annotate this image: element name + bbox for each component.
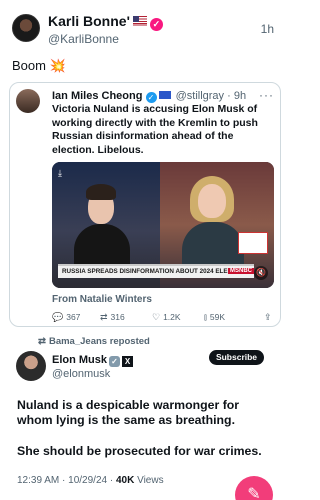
repost-icon: ⇄ bbox=[38, 336, 46, 347]
repost-indicator[interactable]: ⇄ Bama_Jeans reposted bbox=[38, 336, 150, 347]
quoted-tweet[interactable]: Ian Miles Cheong ✓ @stillgray · 9h ··· V… bbox=[9, 82, 281, 327]
collision-emoji-icon: 💥 bbox=[49, 58, 66, 73]
quoted-avatar[interactable] bbox=[16, 89, 40, 113]
share-button[interactable]: ⇪ bbox=[264, 312, 275, 323]
heart-icon: ♡ bbox=[152, 312, 161, 322]
embedded-avatar[interactable] bbox=[16, 351, 46, 381]
post-text-content: Boom bbox=[12, 58, 46, 73]
embedded-author-name-text: Elon Musk bbox=[52, 354, 108, 366]
embedded-timestamp: 12:39 AM · 10/29/24 · bbox=[17, 475, 116, 486]
reply-icon: 💬 bbox=[52, 312, 64, 322]
verified-badge-icon: ✓ bbox=[149, 18, 163, 31]
reply-button[interactable]: 💬 367 bbox=[52, 312, 80, 323]
post-time: 1h bbox=[260, 22, 274, 36]
like-button[interactable]: ♡ 1.2K bbox=[152, 312, 181, 323]
embedded-handle[interactable]: @elonmusk bbox=[52, 368, 110, 380]
repost-label: Bama_Jeans reposted bbox=[48, 336, 150, 347]
us-flag-icon bbox=[132, 16, 147, 26]
post-text: Boom 💥 bbox=[12, 58, 66, 74]
quoted-author-name[interactable]: Ian Miles Cheong bbox=[52, 90, 142, 102]
repost-count: 316 bbox=[110, 312, 125, 322]
post-header: Karli Bonne' ✓ @KarliBonne 1h bbox=[12, 10, 274, 48]
tv-graphic-box bbox=[238, 232, 268, 254]
video-source[interactable]: From Natalie Winters bbox=[52, 294, 152, 305]
network-logo: MSNBC bbox=[228, 268, 254, 274]
author-name[interactable]: Karli Bonne' ✓ bbox=[48, 13, 163, 31]
embedded-author-name[interactable]: Elon Musk ✓ X bbox=[52, 354, 134, 367]
quoted-time: · 9h bbox=[227, 90, 247, 102]
blue-verified-icon: ✓ bbox=[145, 92, 157, 103]
subscribe-button[interactable]: Subscribe bbox=[209, 350, 264, 365]
quoted-text: Victoria Nuland is accusing Elon Musk of… bbox=[52, 103, 258, 156]
compose-button[interactable]: ✎ bbox=[235, 476, 273, 500]
views-icon: ⫾ bbox=[204, 312, 207, 322]
avatar[interactable] bbox=[12, 14, 40, 42]
more-options-icon[interactable]: ··· bbox=[259, 88, 274, 102]
repost-icon: ⇄ bbox=[100, 312, 108, 322]
video-thumbnail[interactable]: RUSSIA SPREADS DISINFORMATION ABOUT 2024… bbox=[52, 162, 274, 288]
guest-face bbox=[198, 184, 226, 218]
embedded-views-label: Views bbox=[134, 475, 164, 486]
news-chyron: RUSSIA SPREADS DISINFORMATION ABOUT 2024… bbox=[58, 264, 254, 278]
guest-figure bbox=[182, 222, 244, 266]
embedded-text-line2: She should be prosecuted for war crimes. bbox=[17, 444, 262, 458]
reply-count: 367 bbox=[66, 312, 81, 322]
verified-badge-icon: ✓ bbox=[109, 356, 121, 367]
embedded-text-line1: Nuland is a despicable warmonger for who… bbox=[17, 398, 240, 427]
x-logo-icon: X bbox=[122, 356, 134, 367]
embedded-meta: 12:39 AM · 10/29/24 · 40K Views bbox=[17, 475, 164, 486]
views-button[interactable]: ⫾ 59K bbox=[204, 312, 225, 323]
host-figure bbox=[74, 224, 130, 264]
quoted-handle[interactable]: @stillgray bbox=[176, 90, 224, 102]
host-hair bbox=[86, 184, 116, 200]
compose-icon: ✎ bbox=[247, 486, 261, 500]
action-bar: 💬 367 ⇄ 316 ♡ 1.2K ⫾ 59K ⇪ bbox=[52, 312, 274, 324]
author-name-text: Karli Bonne' bbox=[48, 13, 130, 29]
affiliate-badge-icon bbox=[158, 91, 171, 99]
repost-button[interactable]: ⇄ 316 bbox=[100, 312, 125, 323]
like-count: 1.2K bbox=[163, 312, 181, 322]
author-handle[interactable]: @KarliBonne bbox=[48, 32, 119, 46]
quoted-header: Ian Miles Cheong ✓ @stillgray · 9h bbox=[52, 90, 246, 103]
volume-icon[interactable]: 🔇 bbox=[254, 266, 268, 280]
share-icon: ⇪ bbox=[264, 312, 272, 322]
view-count: 59K bbox=[209, 312, 226, 322]
embedded-views-count: 40K bbox=[115, 475, 135, 486]
download-icon[interactable]: ⤓ bbox=[58, 168, 62, 179]
